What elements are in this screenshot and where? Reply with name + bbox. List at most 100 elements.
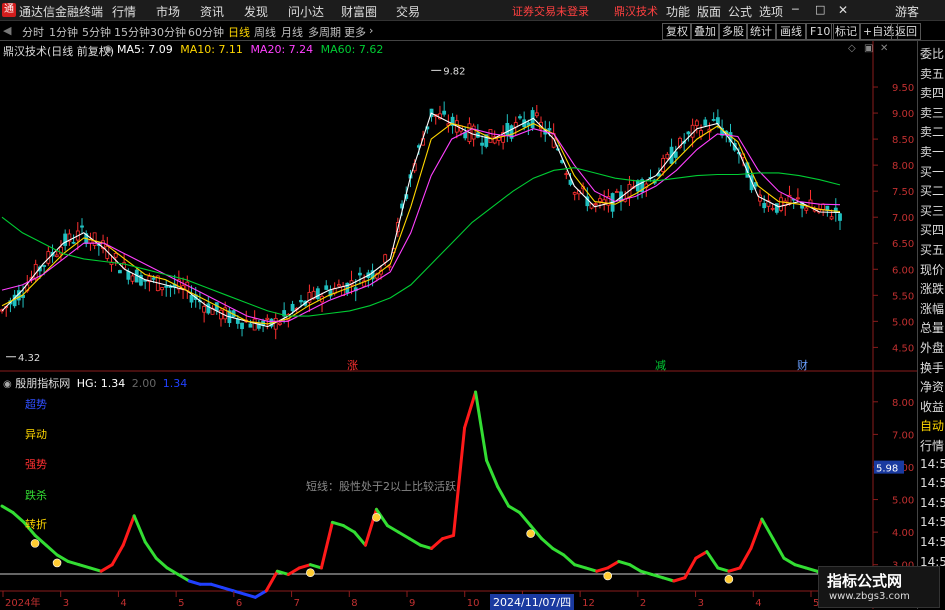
hg-segment (518, 511, 533, 528)
hg-segment (760, 517, 775, 541)
candle-body (278, 322, 282, 325)
chart-canvas[interactable]: 9.50 9.00 8.50 8.00 7.50 7.00 6.50 6.00 5.50 5.00… (0, 41, 917, 609)
right-panel-item: 买三 (920, 203, 945, 218)
candle-body (711, 119, 716, 121)
hg-segment (584, 566, 599, 573)
period-multi[interactable]: 多周期 (308, 24, 341, 40)
candle-body (235, 318, 240, 324)
login-warning[interactable]: 证券交易未登录 (512, 3, 589, 19)
hg-segment (352, 530, 367, 547)
tongji-button[interactable]: 统计 (746, 23, 776, 40)
hg-segment (617, 559, 632, 567)
hg-segment (44, 543, 59, 557)
label-yidong: 异动 (25, 428, 47, 441)
huaxian-button[interactable]: 画线 (776, 23, 806, 40)
hg-segment (154, 556, 169, 570)
menu-wenxiaoda[interactable]: 问小达 (288, 3, 324, 20)
period-fenshi[interactable]: 分时 (22, 24, 44, 40)
period-monthly[interactable]: 月线 (281, 24, 303, 40)
biaoji-button[interactable]: 标记 (831, 23, 861, 40)
cursor-date: 2024/11/07/四 (490, 594, 575, 610)
menu-xuanxiang[interactable]: 选项 (759, 3, 783, 20)
period-more[interactable]: 更多 (344, 24, 366, 40)
menu-zixun[interactable]: 资讯 (200, 3, 224, 20)
menu-banmian[interactable]: 版面 (697, 3, 721, 20)
right-panel-item: 卖五 (920, 66, 945, 81)
x-tick-label: 4 (755, 598, 761, 609)
menu-gongshi[interactable]: 公式 (728, 3, 752, 20)
candle-body (299, 299, 303, 303)
candle-body (248, 323, 253, 328)
hg-segment (11, 511, 26, 524)
candle-body (206, 303, 211, 314)
hg-segment (551, 546, 566, 557)
coin-icon (30, 539, 40, 548)
candle-body (534, 112, 539, 117)
hg-segment (705, 550, 720, 570)
menu-hangqing[interactable]: 行情 (112, 3, 136, 20)
candle-body (151, 277, 156, 280)
period-weekly[interactable]: 周线 (254, 24, 276, 40)
coin-icon (526, 529, 535, 538)
duogu-button[interactable]: 多股 (718, 23, 748, 40)
right-panel-item[interactable]: 自动 (920, 417, 944, 434)
x-tick-label: 3 (698, 598, 704, 609)
current-value-label: 5.98 (876, 464, 898, 475)
x-tick-label: 2024年 (5, 596, 40, 609)
hg-segment (441, 533, 456, 541)
chevron-right-icon[interactable]: › (369, 24, 373, 37)
hg-segment (474, 390, 489, 462)
candle-body (252, 318, 257, 331)
candle-body (463, 132, 468, 139)
candle-body (762, 203, 767, 209)
period-collapse-icon[interactable]: ◀ (3, 24, 11, 37)
period-5min[interactable]: 5分钟 (82, 24, 111, 40)
y-tick-label: 9.00 (892, 109, 914, 120)
period-60min[interactable]: 60分钟 (188, 24, 224, 40)
x-tick-label: 9 (409, 598, 415, 609)
close-icon[interactable]: ✕ (838, 3, 848, 17)
menu-jiaoyi[interactable]: 交易 (396, 3, 420, 20)
guest-label[interactable]: 游客 (895, 3, 919, 20)
x-tick-label: 7 (294, 598, 300, 609)
hg-segment (595, 566, 610, 573)
hg-segment (694, 550, 709, 560)
back-button[interactable]: 返回 (891, 23, 921, 40)
diejia-button[interactable]: 叠加 (690, 23, 720, 40)
candle-body (770, 207, 775, 210)
low-label: 4.32 (18, 353, 40, 364)
candle-body (315, 288, 320, 300)
right-panel-item: 买一 (920, 164, 945, 179)
candle-body (598, 198, 602, 202)
candle-body (130, 275, 135, 282)
menu-faxian[interactable]: 发现 (244, 3, 268, 20)
menu-caifuquan[interactable]: 财富圈 (341, 3, 377, 20)
right-panel-item[interactable]: 行情 (920, 437, 944, 454)
right-panel-item: 买五 (920, 243, 945, 257)
period-daily[interactable]: 日线 (228, 24, 250, 40)
candle-body (471, 125, 476, 140)
candle-body (113, 253, 118, 258)
candle-body (690, 124, 695, 138)
main-y-axis: 9.50 9.00 8.50 8.00 7.50 7.00 6.50 6.00 5.50 5.00… (873, 83, 914, 354)
minimize-icon[interactable]: ─ (792, 3, 799, 16)
hg-segment (419, 543, 434, 550)
period-30min[interactable]: 30分钟 (150, 24, 186, 40)
coin-icon (603, 571, 613, 581)
restore-icon[interactable]: □ (815, 3, 825, 16)
right-quote-panel: 委比 卖五 卖四 卖三 卖二 卖一 买一 买二 买三 买四 买五 现价 涨跌 涨幅 总量 外盘 换手 净资 收益 自动… (917, 41, 945, 609)
right-panel-item: 现价 (920, 262, 945, 277)
candle-body (686, 131, 691, 135)
period-15min[interactable]: 15分钟 (114, 24, 150, 40)
menu-gongneng[interactable]: 功能 (666, 3, 690, 20)
event-marker: 涨 (347, 359, 358, 372)
candle-body (273, 317, 278, 330)
period-1min[interactable]: 1分钟 (49, 24, 78, 40)
y-tick-label: 8.50 (892, 135, 914, 146)
hg-segment (308, 563, 323, 570)
menu-shichang[interactable]: 市场 (156, 3, 180, 20)
fuquan-button[interactable]: 复权 (662, 23, 692, 40)
hg-segment (396, 530, 411, 541)
right-panel-item: 换手 (920, 360, 945, 375)
watermark: 指标公式网 www.zbgs3.com (818, 566, 940, 608)
